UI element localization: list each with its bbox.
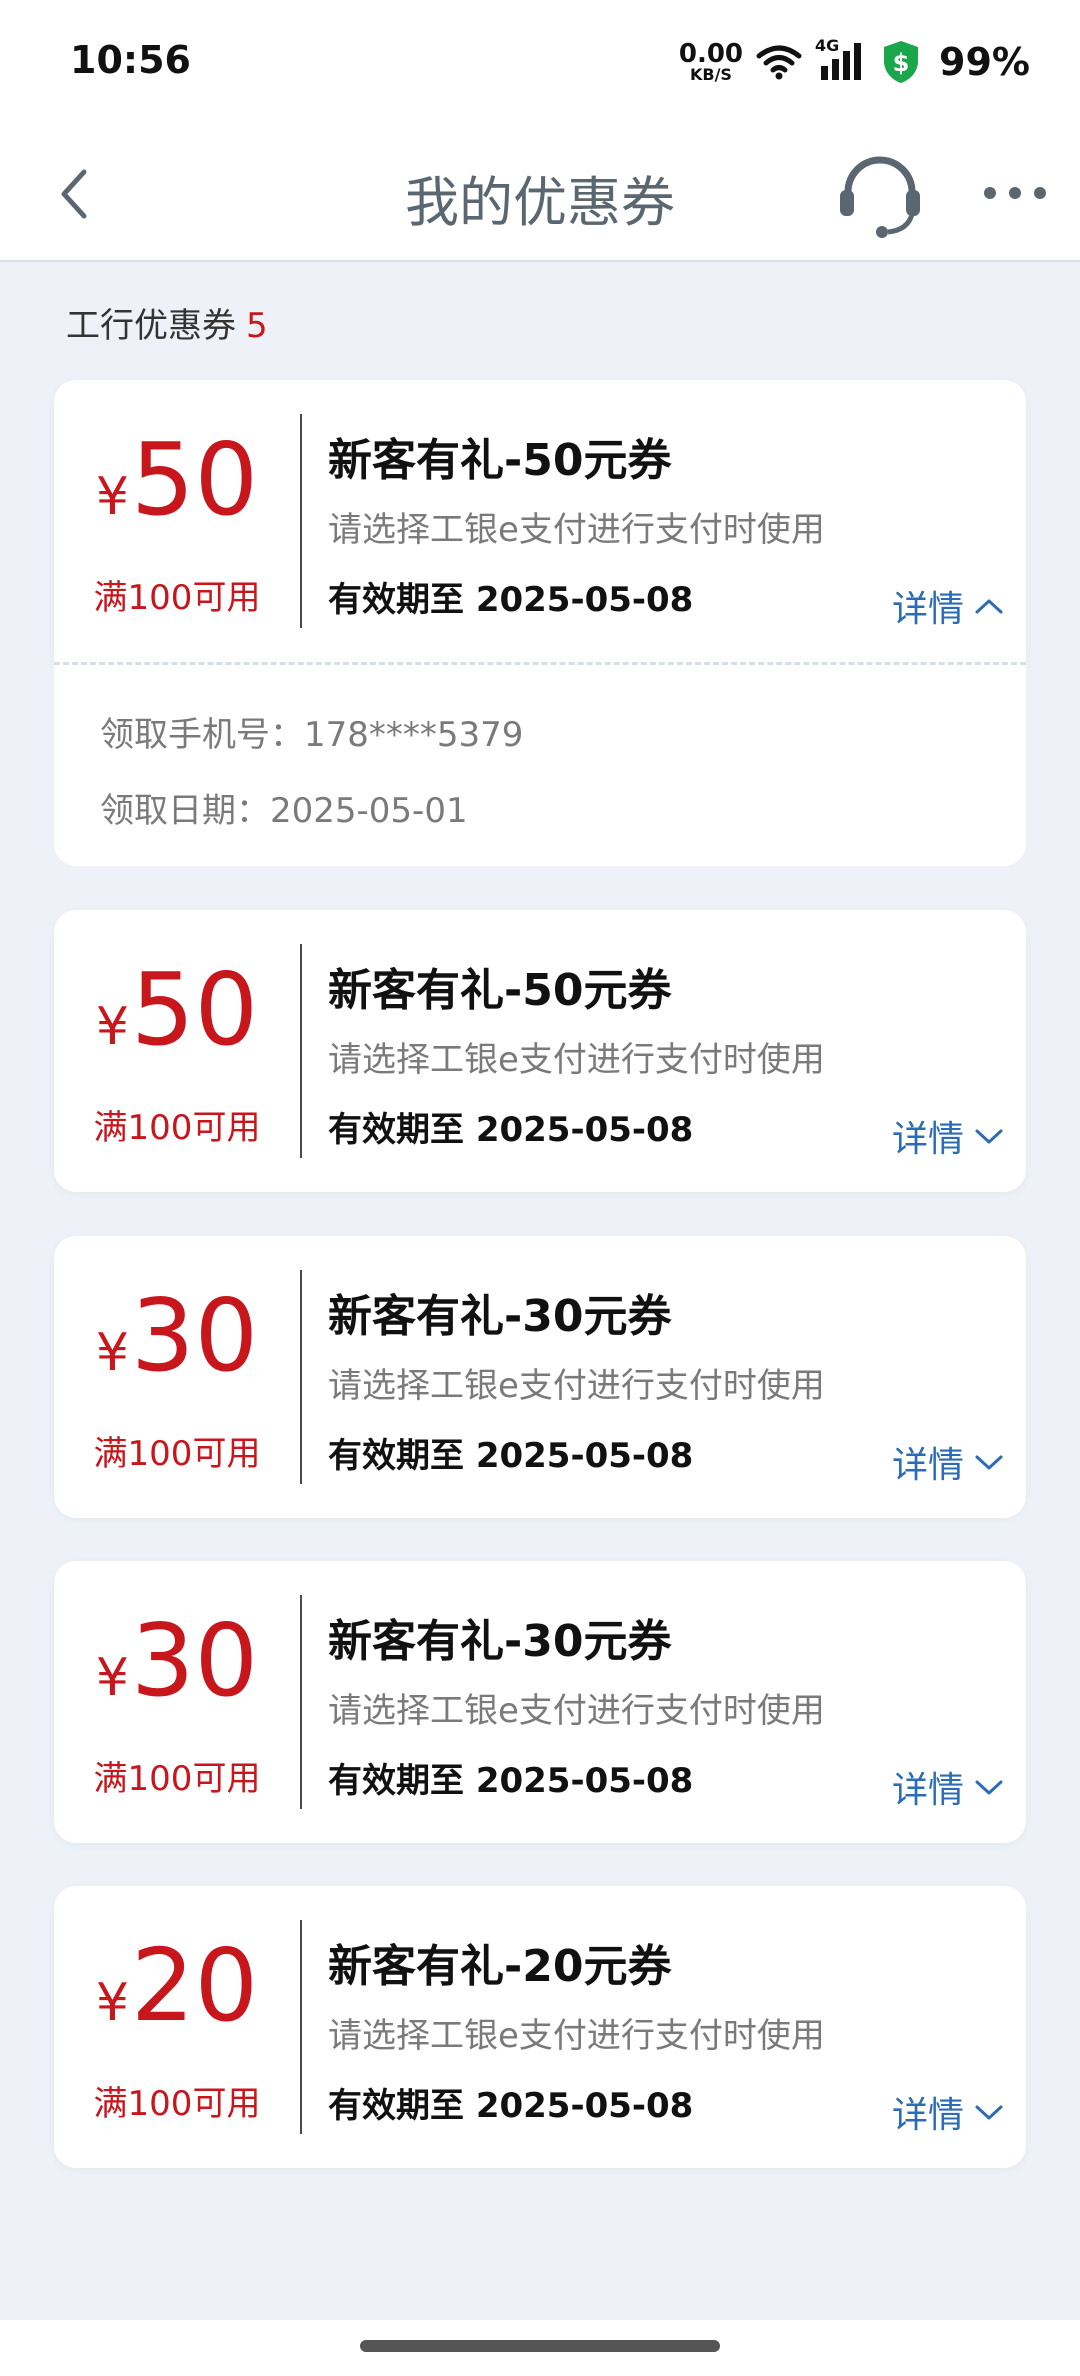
coupon-amount: ¥30 bbox=[54, 1286, 300, 1386]
coupon-validity: 有效期至 2025-05-08 bbox=[328, 2086, 694, 2126]
coupon-amount: ¥20 bbox=[54, 1936, 300, 2036]
coupon-validity: 有效期至 2025-05-08 bbox=[328, 1761, 694, 1801]
status-time: 10:56 bbox=[70, 38, 191, 82]
coupon-divider bbox=[300, 944, 302, 1158]
chevron-down-icon bbox=[975, 1129, 1003, 1144]
coupon-section-label: 工行优惠券 5 bbox=[66, 298, 268, 347]
claim-date-value: 2025-05-01 bbox=[270, 791, 468, 831]
coupon-value: 30 bbox=[130, 1602, 259, 1719]
details-toggle[interactable]: 详情 bbox=[892, 1436, 1004, 1488]
details-label: 详情 bbox=[891, 1119, 964, 1160]
details-label: 详情 bbox=[891, 589, 964, 630]
coupon-amount: ¥30 bbox=[54, 1611, 300, 1711]
coupon-amount: ¥50 bbox=[54, 430, 300, 530]
claim-date-label: 领取日期： bbox=[100, 791, 270, 831]
claim-phone-value: 178****5379 bbox=[304, 715, 524, 755]
details-label: 详情 bbox=[891, 1445, 964, 1486]
coupon-section-title: 工行优惠券 bbox=[66, 306, 236, 346]
coupon-value: 50 bbox=[130, 421, 259, 538]
coupon-description: 请选择工银e支付进行支付时使用 bbox=[328, 1040, 825, 1080]
currency-symbol: ¥ bbox=[95, 997, 129, 1057]
coupon-expanded-details: 领取手机号：178****5379 领取日期：2025-05-01 bbox=[54, 662, 1026, 866]
network-speed-value: 0.00 bbox=[678, 39, 744, 69]
coupon-card[interactable]: ¥20 满100可用 新客有礼-20元券 请选择工银e支付进行支付时使用 有效期… bbox=[54, 1886, 1026, 2168]
coupon-title: 新客有礼-30元券 bbox=[328, 1291, 672, 1342]
coupon-divider bbox=[300, 1920, 302, 2134]
signal-icon: 4G bbox=[815, 36, 869, 84]
coupon-description: 请选择工银e支付进行支付时使用 bbox=[328, 510, 825, 550]
coupon-title: 新客有礼-50元券 bbox=[328, 965, 672, 1016]
details-toggle[interactable]: 详情 bbox=[892, 1110, 1004, 1162]
coupon-value: 30 bbox=[130, 1277, 259, 1394]
chevron-down-icon bbox=[975, 2105, 1003, 2120]
coupon-card[interactable]: ¥30 满100可用 新客有礼-30元券 请选择工银e支付进行支付时使用 有效期… bbox=[54, 1561, 1026, 1843]
network-speed: 0.00 KB/S bbox=[679, 41, 743, 83]
coupon-threshold: 满100可用 bbox=[93, 1108, 261, 1148]
chevron-down-icon bbox=[975, 1455, 1003, 1470]
coupon-divider bbox=[300, 1595, 302, 1809]
coupon-threshold: 满100可用 bbox=[93, 1434, 261, 1474]
coupon-description: 请选择工银e支付进行支付时使用 bbox=[328, 2016, 825, 2056]
coupon-title: 新客有礼-20元券 bbox=[328, 1941, 672, 1992]
home-indicator[interactable] bbox=[360, 2340, 720, 2352]
coupon-amount: ¥50 bbox=[54, 960, 300, 1060]
claim-date-row: 领取日期：2025-05-01 bbox=[100, 783, 468, 832]
headset-icon bbox=[840, 156, 920, 238]
claim-phone-label: 领取手机号： bbox=[100, 715, 304, 755]
coupon-value: 20 bbox=[130, 1927, 259, 2044]
chevron-down-icon bbox=[975, 1780, 1003, 1795]
coupon-value: 50 bbox=[130, 951, 259, 1068]
details-toggle[interactable]: 详情 bbox=[892, 2086, 1004, 2138]
more-button[interactable] bbox=[980, 168, 1050, 218]
coupon-card[interactable]: ¥50 满100可用 新客有礼-50元券 请选择工银e支付进行支付时使用 有效期… bbox=[54, 910, 1026, 1192]
network-speed-unit: KB/S bbox=[689, 65, 732, 84]
customer-service-button[interactable] bbox=[836, 150, 924, 240]
coupon-count: 5 bbox=[246, 306, 268, 346]
coupon-title: 新客有礼-50元券 bbox=[328, 435, 672, 486]
chevron-up-icon bbox=[975, 599, 1003, 614]
details-label: 详情 bbox=[891, 1770, 964, 1811]
status-bar: 10:56 0.00 KB/S 4G $ 99% bbox=[0, 0, 1080, 128]
coupon-divider bbox=[300, 1270, 302, 1484]
currency-symbol: ¥ bbox=[95, 1323, 129, 1383]
currency-symbol: ¥ bbox=[95, 1648, 129, 1708]
details-label: 详情 bbox=[891, 2095, 964, 2136]
coupon-title: 新客有礼-30元券 bbox=[328, 1616, 672, 1667]
coupon-description: 请选择工银e支付进行支付时使用 bbox=[328, 1691, 825, 1731]
status-icons: 0.00 KB/S 4G $ 99% bbox=[679, 34, 1030, 90]
nav-bar: 我的优惠券 bbox=[0, 128, 1080, 262]
currency-symbol: ¥ bbox=[95, 1973, 129, 2033]
more-dots-icon bbox=[984, 187, 1046, 199]
coupon-validity: 有效期至 2025-05-08 bbox=[328, 580, 694, 620]
coupon-threshold: 满100可用 bbox=[93, 578, 261, 618]
svg-text:$: $ bbox=[893, 49, 910, 77]
coupon-card[interactable]: ¥50 满100可用 新客有礼-50元券 请选择工银e支付进行支付时使用 有效期… bbox=[54, 380, 1026, 662]
coupon-threshold: 满100可用 bbox=[93, 2084, 261, 2124]
coupon-threshold: 满100可用 bbox=[93, 1759, 261, 1799]
coupon-validity: 有效期至 2025-05-08 bbox=[328, 1110, 694, 1150]
battery-level: 99% bbox=[939, 40, 1030, 84]
wifi-icon bbox=[756, 45, 802, 80]
coupon-divider bbox=[300, 414, 302, 628]
claim-phone-row: 领取手机号：178****5379 bbox=[100, 707, 523, 756]
coupon-card[interactable]: ¥30 满100可用 新客有礼-30元券 请选择工银e支付进行支付时使用 有效期… bbox=[54, 1236, 1026, 1518]
security-shield-icon: $ bbox=[884, 41, 919, 83]
details-toggle[interactable]: 详情 bbox=[892, 580, 1004, 632]
details-toggle[interactable]: 详情 bbox=[892, 1761, 1004, 1813]
coupon-description: 请选择工银e支付进行支付时使用 bbox=[328, 1366, 825, 1406]
currency-symbol: ¥ bbox=[95, 467, 129, 527]
coupon-validity: 有效期至 2025-05-08 bbox=[328, 1436, 694, 1476]
